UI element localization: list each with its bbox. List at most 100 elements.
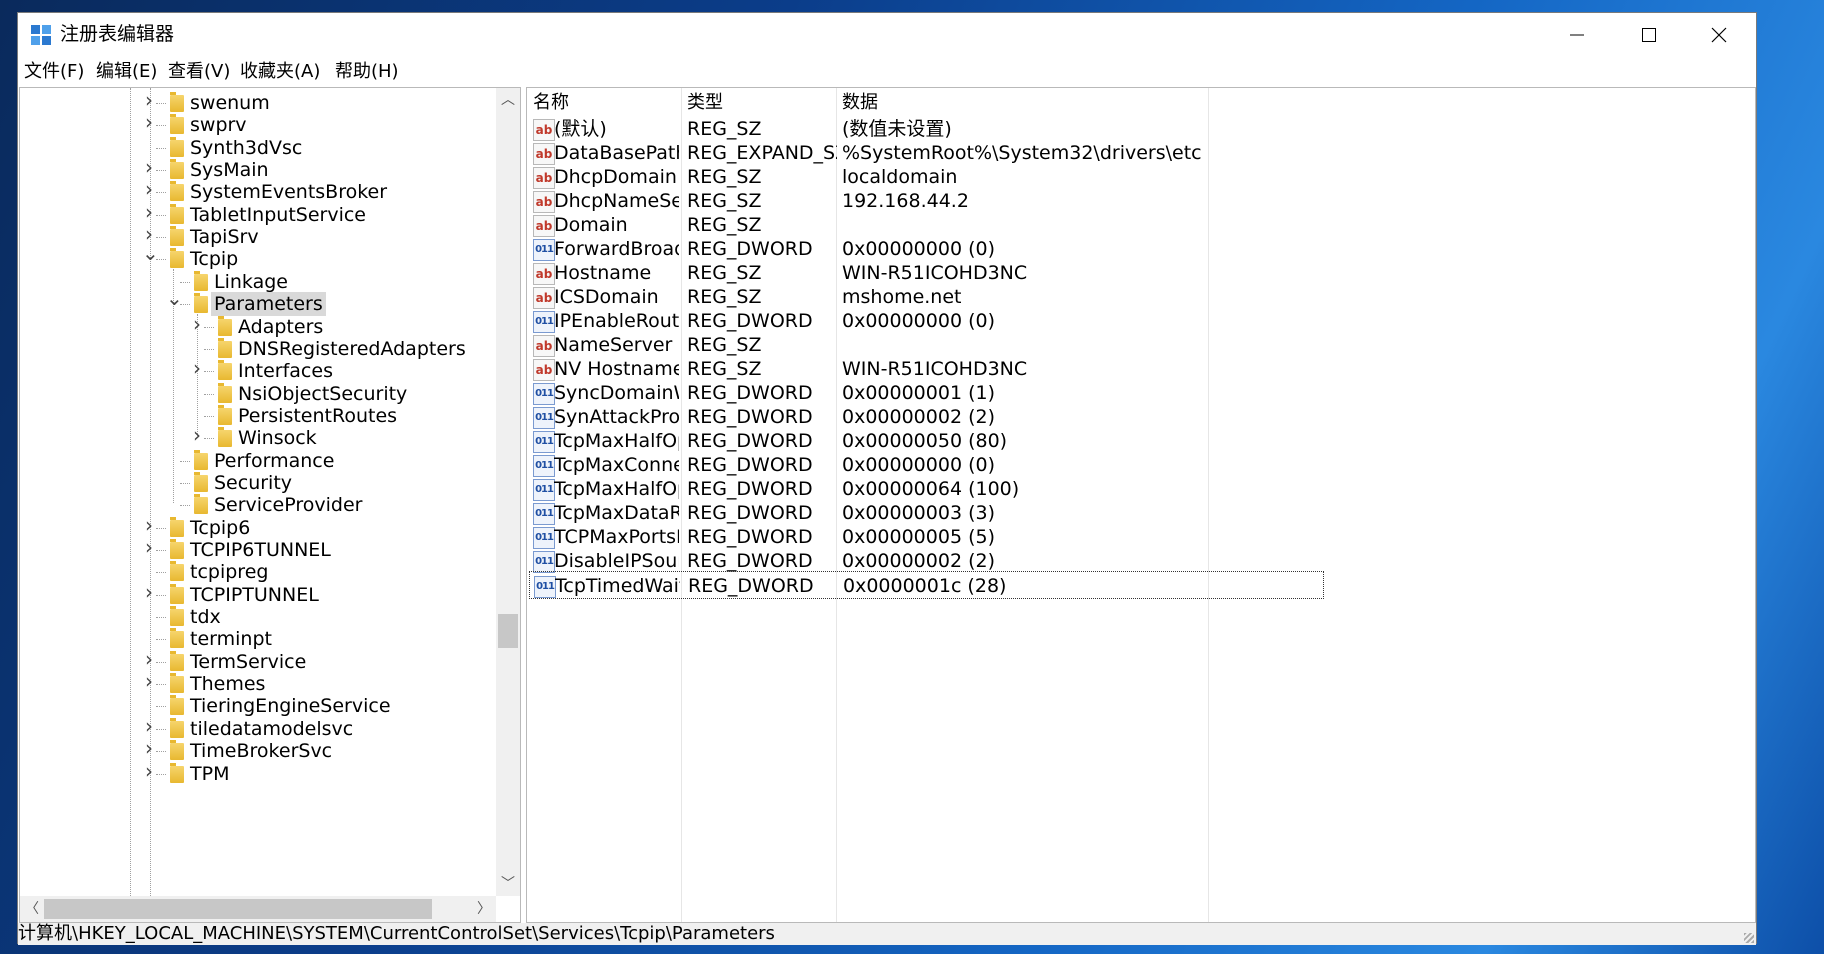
maximize-button[interactable] <box>1614 13 1684 57</box>
string-value-icon: ab <box>533 359 555 381</box>
folder-icon <box>170 717 184 738</box>
registry-path: 计算机\HKEY_LOCAL_MACHINE\SYSTEM\CurrentCon… <box>18 923 775 944</box>
tree-horizontal-scrollbar[interactable]: 〈 〉 <box>20 896 496 922</box>
regedit-app-icon <box>31 25 51 45</box>
tree-guide-line <box>204 438 214 440</box>
scroll-down-icon[interactable]: ﹀ <box>496 872 520 896</box>
tree-guide-line <box>180 304 190 306</box>
window-title: 注册表编辑器 <box>60 23 175 45</box>
folder-icon <box>194 449 208 470</box>
folder-icon <box>218 427 232 448</box>
folder-icon <box>218 315 232 336</box>
registry-value-row[interactable]: 011TcpTimedWait... REG_DWORD 0x0000001c (2… <box>529 571 1324 599</box>
folder-icon <box>170 539 184 559</box>
chevron-down-icon[interactable]: ⌄ <box>142 243 159 263</box>
value-type: REG_DWORD <box>688 575 814 597</box>
resize-grip-icon[interactable] <box>1744 933 1754 943</box>
dword-value-icon: 011 <box>533 431 555 453</box>
string-value-icon: ab <box>533 119 555 141</box>
tree-pane[interactable]: › swenum › swprv Synth3dVsc › SysMain › SystemEv… <box>19 87 521 923</box>
scroll-up-icon[interactable]: ︿ <box>496 88 520 112</box>
tree-guide-line <box>204 326 214 328</box>
tree-hscroll-thumb[interactable] <box>44 899 432 919</box>
menu-edit[interactable]: 编辑(E) <box>96 57 157 87</box>
tree-guide-line <box>156 527 166 529</box>
folder-icon <box>194 494 208 515</box>
tree-view: › swenum › swprv Synth3dVsc › SysMain › SystemEv… <box>20 88 496 898</box>
column-header-data[interactable]: 数据 <box>842 88 878 118</box>
chevron-right-icon[interactable]: › <box>142 738 156 758</box>
tree-vertical-scrollbar[interactable]: ︿ ﹀ <box>496 88 520 896</box>
chevron-right-icon[interactable]: › <box>142 761 156 781</box>
folder-icon <box>170 136 184 157</box>
string-value-icon: ab <box>533 215 555 237</box>
chevron-right-icon[interactable]: › <box>142 582 156 602</box>
folder-icon <box>170 695 184 716</box>
folder-icon <box>170 740 184 761</box>
folder-icon <box>170 650 184 671</box>
tree-guide-line <box>180 281 190 283</box>
close-button[interactable] <box>1684 13 1754 57</box>
menu-help[interactable]: 帮助(H) <box>335 57 399 87</box>
dword-value-icon: 011 <box>533 407 555 429</box>
tree-guide-line <box>156 639 166 641</box>
chevron-right-icon[interactable]: › <box>190 314 204 334</box>
folder-icon <box>170 561 184 582</box>
value-name: TcpTimedWait... <box>555 575 680 597</box>
chevron-right-icon[interactable]: › <box>142 157 156 177</box>
string-value-icon: ab <box>533 287 555 309</box>
column-header-type[interactable]: 类型 <box>687 88 723 118</box>
chevron-right-icon[interactable]: › <box>142 515 156 535</box>
tree-guide-line <box>204 371 214 373</box>
tree-guide-line <box>156 550 166 551</box>
tree-guide-line <box>156 259 166 261</box>
tree-guide-line <box>156 617 166 619</box>
folder-icon <box>170 181 184 202</box>
scroll-right-icon[interactable]: 〉 <box>472 896 496 922</box>
chevron-right-icon[interactable]: › <box>142 649 156 669</box>
chevron-right-icon[interactable]: › <box>142 202 156 222</box>
chevron-right-icon[interactable]: › <box>142 716 156 736</box>
scroll-left-icon[interactable]: 〈 <box>20 896 44 922</box>
column-header-name[interactable]: 名称 <box>533 88 569 118</box>
folder-icon <box>194 293 208 314</box>
dword-value-icon: 011 <box>533 503 555 525</box>
tree-vscroll-thumb[interactable] <box>498 614 518 648</box>
chevron-right-icon[interactable]: › <box>142 224 156 244</box>
folder-icon <box>170 762 184 783</box>
folder-icon <box>170 92 184 112</box>
folder-icon <box>170 203 184 224</box>
chevron-right-icon[interactable]: › <box>142 179 156 199</box>
tree-guide-line <box>156 170 166 172</box>
folder-icon <box>170 628 184 649</box>
folder-icon <box>170 114 184 135</box>
status-bar: 计算机\HKEY_LOCAL_MACHINE\SYSTEM\CurrentCon… <box>18 923 1756 945</box>
string-value-icon: ab <box>533 335 555 357</box>
tree-guide-line <box>156 751 166 753</box>
dword-value-icon: 011 <box>534 576 556 598</box>
tree-guide-line <box>156 728 166 730</box>
tree-guide-line <box>180 505 190 507</box>
folder-icon <box>170 516 184 537</box>
chevron-down-icon[interactable]: ⌄ <box>166 288 183 308</box>
tree-item-tpm[interactable]: › TPM <box>20 761 496 787</box>
tree-guide-line <box>156 125 166 127</box>
tree-guide-line <box>156 103 166 104</box>
menu-view[interactable]: 查看(V) <box>168 57 230 87</box>
values-list-pane[interactable]: 名称 类型 数据 ab (默认) REG_SZ (数值未设置) ab DataBasePa… <box>526 87 1756 923</box>
minimize-button[interactable] <box>1542 13 1612 57</box>
folder-icon <box>194 471 208 492</box>
folder-icon <box>170 673 184 694</box>
menu-file[interactable]: 文件(F) <box>24 57 84 87</box>
chevron-right-icon[interactable]: › <box>142 537 156 557</box>
tree-guide-line <box>156 214 166 216</box>
chevron-right-icon[interactable]: › <box>190 358 204 378</box>
folder-icon <box>170 248 184 269</box>
chevron-right-icon[interactable]: › <box>142 112 156 132</box>
chevron-right-icon[interactable]: › <box>142 671 156 691</box>
chevron-right-icon[interactable]: › <box>190 425 204 445</box>
dword-value-icon: 011 <box>533 527 555 549</box>
title-bar[interactable]: 注册表编辑器 <box>18 13 1756 57</box>
chevron-right-icon[interactable]: › <box>142 90 156 110</box>
menu-favorites[interactable]: 收藏夹(A) <box>240 57 320 87</box>
